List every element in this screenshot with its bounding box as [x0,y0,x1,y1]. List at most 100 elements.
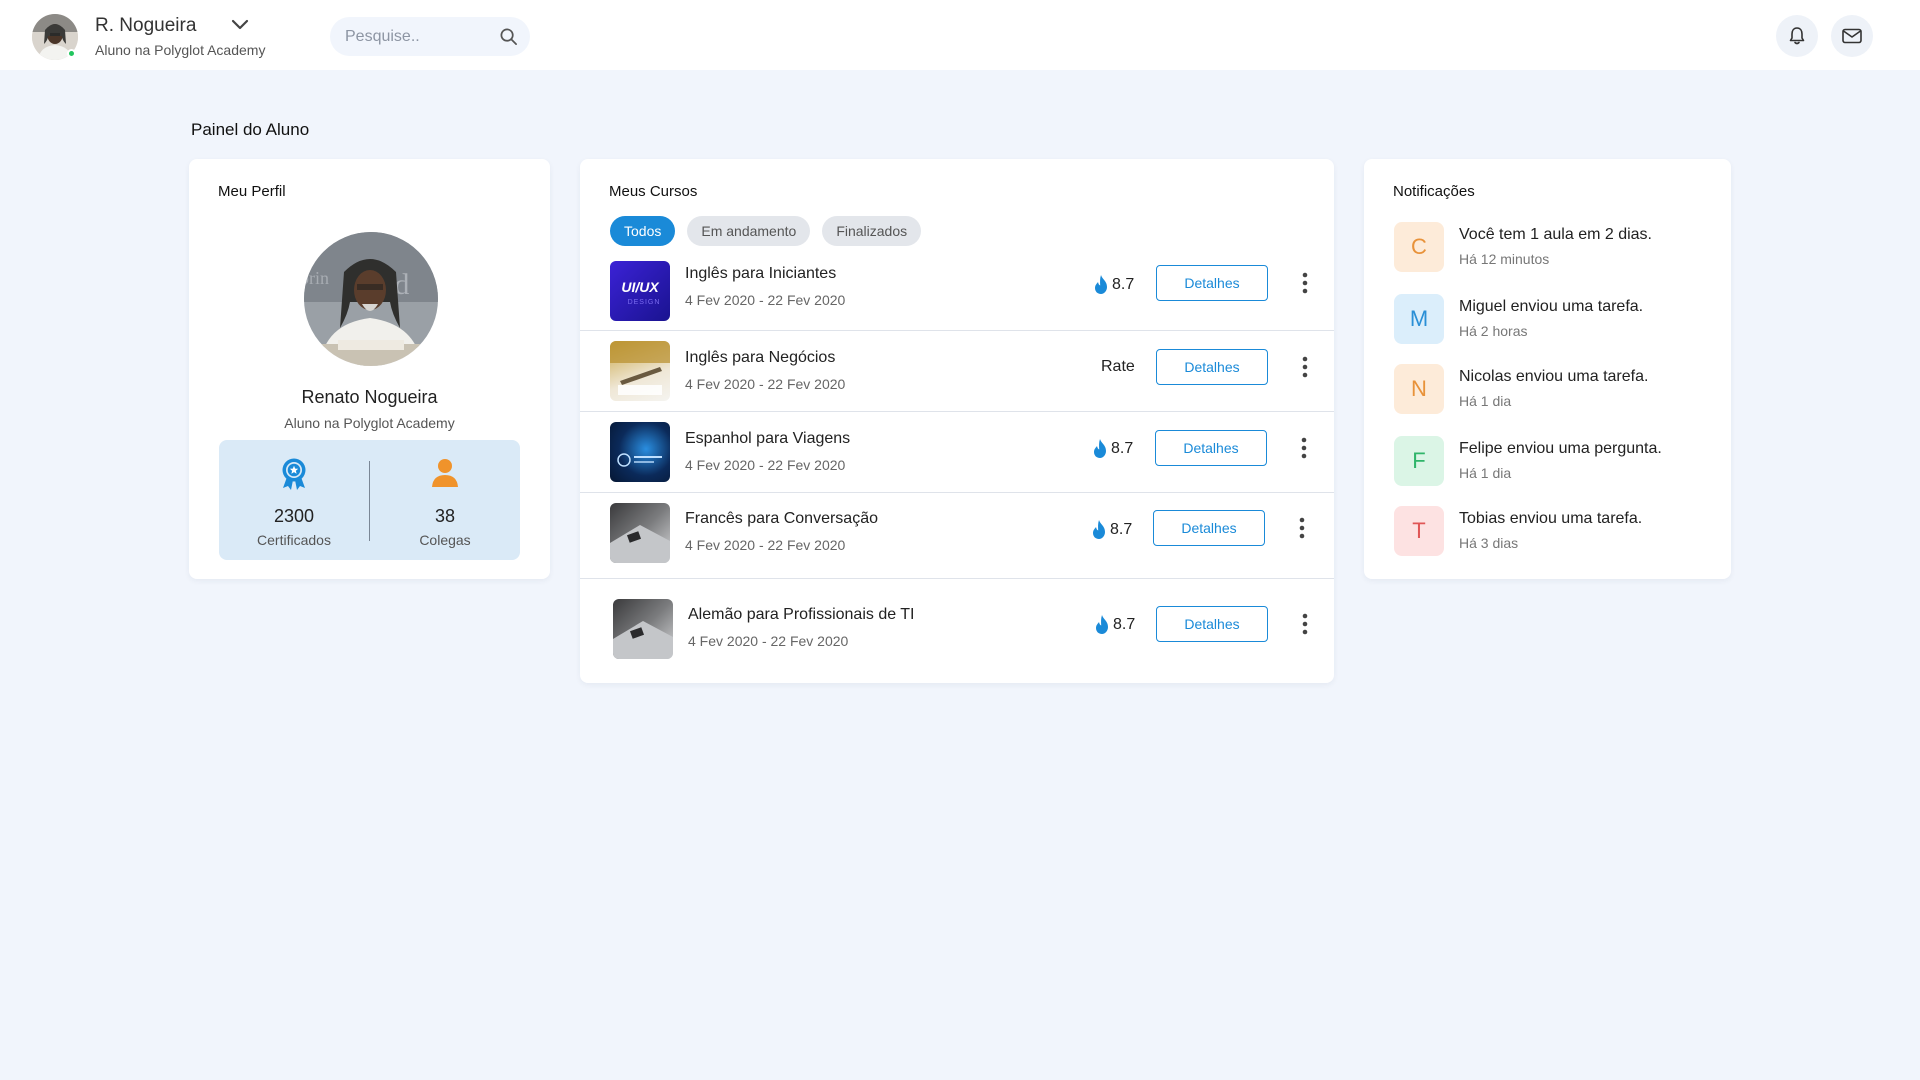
course-dates: 4 Fev 2020 - 22 Fev 2020 [688,633,849,649]
course-thumbnail [610,422,670,482]
mail-icon [1842,28,1862,44]
page-title: Painel do Aluno [191,120,310,139]
course-title[interactable]: Francês para Conversação [685,510,878,528]
profile-stats: 2300 Certificados 38 Colegas [219,440,520,560]
course-title[interactable]: Alemão para Profissionais de TI [688,606,914,624]
flame-icon [1094,439,1106,458]
user-name: R. Nogueira [95,15,197,36]
stat-value: 38 [434,506,456,526]
notification-avatar: T [1394,506,1444,556]
courses-card: Meus Cursos Todos Em andamento Finalizad… [580,159,1334,683]
course-thumbnail [613,599,673,659]
course-thumbnail: UI/UX DESIGN [610,261,670,321]
course-rating: 8.7 [1094,275,1134,294]
notification-time: Há 3 dias [1459,535,1519,551]
profile-name: Renato Nogueira [301,387,438,407]
course-thumbnail [610,503,670,563]
notification-item[interactable]: T Tobias enviou uma tarefa. Há 3 dias [1394,506,1714,560]
notification-item[interactable]: C Você tem 1 aula em 2 dias. Há 12 minut… [1394,222,1714,276]
search-bar [330,17,530,56]
course-rating: 8.7 [1092,520,1132,539]
course-title[interactable]: Espanhol para Viagens [685,430,850,448]
rating-value: 8.7 [1112,275,1135,293]
user-role: Aluno na Polyglot Academy [95,42,266,58]
course-filter-tabs: Todos Em andamento Finalizados [610,216,922,246]
course-dates: 4 Fev 2020 - 22 Fev 2020 [685,292,846,308]
course-row: UI/UX DESIGN Inglês para Iniciantes 4 Fe… [580,257,1334,331]
notification-avatar: C [1394,222,1444,272]
rating-value: 8.7 [1110,520,1133,538]
course-dates: 4 Fev 2020 - 22 Fev 2020 [685,457,846,473]
course-dates: 4 Fev 2020 - 22 Fev 2020 [685,376,846,392]
user-avatar[interactable] [32,14,78,60]
search-input[interactable] [345,17,495,56]
notification-item[interactable]: F Felipe enviou uma pergunta. Há 1 dia [1394,436,1714,490]
notifications-card: Notificações C Você tem 1 aula em 2 dias… [1364,159,1731,579]
notification-text: Tobias enviou uma tarefa. [1459,510,1643,527]
flame-icon [1096,615,1108,634]
tab-finalizados[interactable]: Finalizados [822,216,922,246]
award-icon [282,458,306,490]
rating-value: Rate [1101,358,1135,375]
profile-photo: eud orin [304,232,438,366]
rating-value: 8.7 [1113,615,1136,633]
profile-role: Aluno na Polyglot Academy [284,415,455,431]
stat-value: 2300 [273,506,315,526]
tab-em-andamento[interactable]: Em andamento [687,216,811,246]
details-button[interactable]: Detalhes [1155,430,1267,466]
course-rating[interactable]: Rate [1101,358,1135,376]
stat-colleagues: 38 Colegas [370,440,520,560]
course-thumbnail [610,341,670,401]
details-button[interactable]: Detalhes [1153,510,1265,546]
details-button[interactable]: Detalhes [1156,349,1268,385]
bell-icon [1789,27,1805,45]
notifications-card-title: Notificações [1393,183,1475,200]
profile-card-title: Meu Perfil [218,183,286,200]
more-options-icon[interactable] [1299,436,1309,460]
course-row: Francês para Conversação 4 Fev 2020 - 22… [580,493,1334,579]
search-icon[interactable] [499,27,518,46]
stat-certificates: 2300 Certificados [219,440,369,560]
notification-avatar: F [1394,436,1444,486]
course-row: Inglês para Negócios 4 Fev 2020 - 22 Fev… [580,331,1334,412]
notification-avatar: N [1394,364,1444,414]
flame-icon [1095,275,1107,294]
course-row: Alemão para Profissionais de TI 4 Fev 20… [580,579,1334,683]
tab-todos[interactable]: Todos [610,216,676,246]
notification-text: Nicolas enviou uma tarefa. [1459,368,1649,385]
details-button[interactable]: Detalhes [1156,606,1268,642]
course-rating: 8.7 [1093,439,1133,458]
online-status-dot [67,49,76,58]
more-options-icon[interactable] [1300,271,1310,295]
profile-card: Meu Perfil eud orin Renato Nogueira Alun… [189,159,550,579]
course-rating: 8.7 [1095,615,1135,634]
courses-card-title: Meus Cursos [609,183,698,200]
notification-time: Há 2 horas [1459,323,1528,339]
notification-time: Há 12 minutos [1459,251,1550,267]
notification-text: Você tem 1 aula em 2 dias. [1459,226,1652,243]
notification-item[interactable]: M Miguel enviou uma tarefa. Há 2 horas [1394,294,1714,348]
more-options-icon[interactable] [1300,355,1310,379]
course-title[interactable]: Inglês para Negócios [685,349,835,367]
stat-label: Certificados [257,532,331,548]
chevron-down-icon[interactable] [229,16,251,34]
rating-value: 8.7 [1111,439,1134,457]
notification-avatar: M [1394,294,1444,344]
more-options-icon[interactable] [1300,612,1310,636]
course-title[interactable]: Inglês para Iniciantes [685,265,836,283]
svg-text:orin: orin [304,268,329,288]
top-bar: R. Nogueira Aluno na Polyglot Academy [0,0,1920,70]
messages-button[interactable] [1831,15,1873,57]
notification-time: Há 1 dia [1459,465,1512,481]
notification-item[interactable]: N Nicolas enviou uma tarefa. Há 1 dia [1394,364,1714,418]
flame-icon [1093,520,1105,539]
notification-time: Há 1 dia [1459,393,1512,409]
course-dates: 4 Fev 2020 - 22 Fev 2020 [685,537,846,553]
notification-text: Miguel enviou uma tarefa. [1459,298,1644,315]
details-button[interactable]: Detalhes [1156,265,1268,301]
notifications-button[interactable] [1776,15,1818,57]
notification-text: Felipe enviou uma pergunta. [1459,440,1662,457]
svg-text:DESIGN: DESIGN [628,299,661,306]
more-options-icon[interactable] [1297,516,1307,540]
thumbnail-text: UI/UX [621,279,660,295]
